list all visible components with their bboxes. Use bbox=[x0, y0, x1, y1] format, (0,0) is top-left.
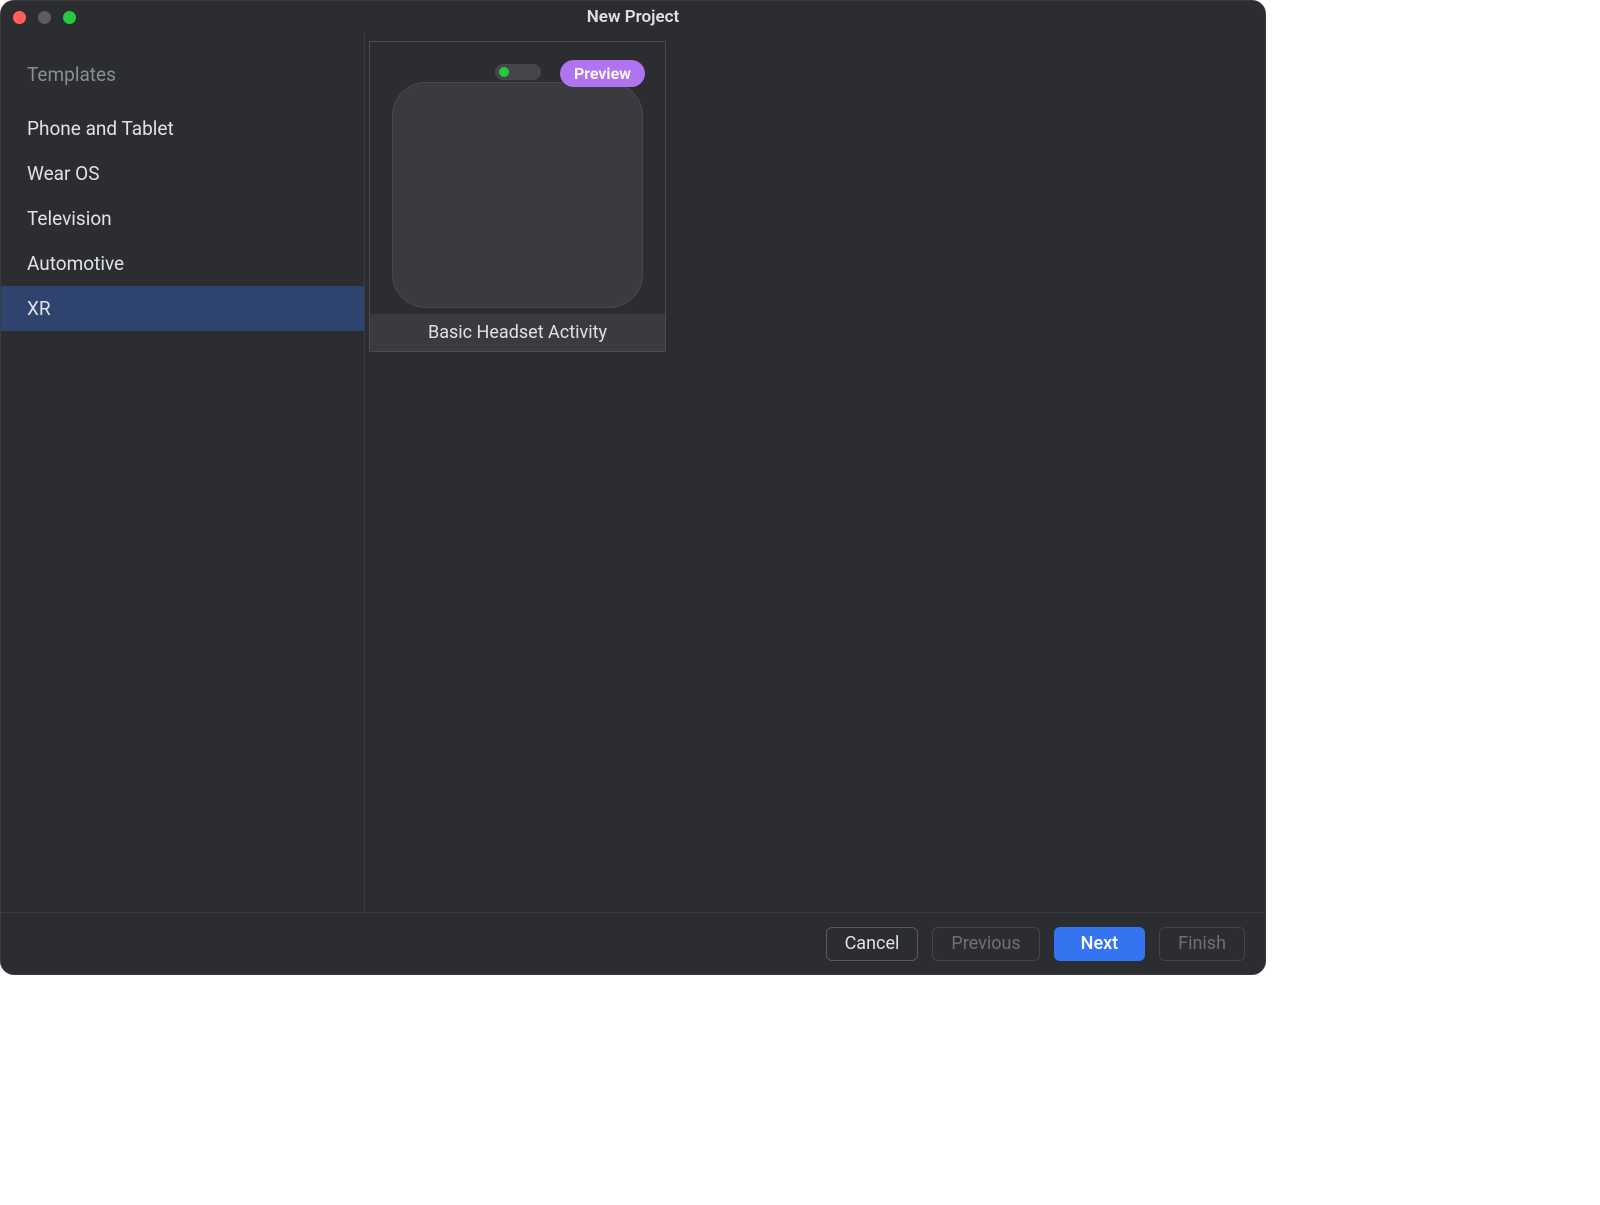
wizard-footer: Cancel Previous Next Finish bbox=[1, 912, 1265, 974]
button-label: Previous bbox=[951, 933, 1020, 954]
template-thumbnail: Preview bbox=[370, 42, 665, 314]
template-caption: Basic Headset Activity bbox=[370, 314, 665, 351]
headset-toggle-icon bbox=[495, 64, 541, 80]
button-label: Cancel bbox=[845, 933, 900, 954]
finish-button: Finish bbox=[1159, 927, 1245, 961]
window-minimize-icon[interactable] bbox=[38, 11, 51, 24]
toggle-indicator-icon bbox=[499, 67, 509, 77]
sidebar-item-label: Automotive bbox=[27, 252, 124, 275]
sidebar-item-automotive[interactable]: Automotive bbox=[1, 241, 364, 286]
templates-grid: Preview Basic Headset Activity bbox=[365, 33, 1265, 912]
sidebar-item-label: Television bbox=[27, 207, 112, 230]
window-close-icon[interactable] bbox=[13, 11, 26, 24]
window-zoom-icon[interactable] bbox=[63, 11, 76, 24]
window-controls bbox=[13, 11, 76, 24]
title-bar: New Project bbox=[1, 1, 1265, 33]
sidebar-item-label: Phone and Tablet bbox=[27, 117, 174, 140]
sidebar-item-phone-and-tablet[interactable]: Phone and Tablet bbox=[1, 106, 364, 151]
sidebar-item-list: Phone and Tablet Wear OS Television Auto… bbox=[1, 106, 364, 331]
headset-panel-icon bbox=[392, 82, 643, 308]
sidebar-item-label: Wear OS bbox=[27, 162, 99, 185]
sidebar-heading: Templates bbox=[1, 63, 364, 106]
cancel-button[interactable]: Cancel bbox=[826, 927, 919, 961]
sidebar-item-label: XR bbox=[27, 297, 51, 320]
templates-sidebar: Templates Phone and Tablet Wear OS Telev… bbox=[1, 33, 365, 912]
template-card-basic-headset-activity[interactable]: Preview Basic Headset Activity bbox=[369, 41, 666, 352]
preview-badge: Preview bbox=[560, 60, 645, 87]
sidebar-item-wear-os[interactable]: Wear OS bbox=[1, 151, 364, 196]
button-label: Next bbox=[1081, 933, 1118, 954]
button-label: Finish bbox=[1178, 933, 1226, 954]
next-button[interactable]: Next bbox=[1054, 927, 1145, 961]
previous-button: Previous bbox=[932, 927, 1039, 961]
content-area: Templates Phone and Tablet Wear OS Telev… bbox=[1, 33, 1265, 912]
window-title: New Project bbox=[587, 7, 679, 27]
new-project-window: New Project Templates Phone and Tablet W… bbox=[0, 0, 1266, 975]
sidebar-item-television[interactable]: Television bbox=[1, 196, 364, 241]
sidebar-item-xr[interactable]: XR bbox=[1, 286, 364, 331]
